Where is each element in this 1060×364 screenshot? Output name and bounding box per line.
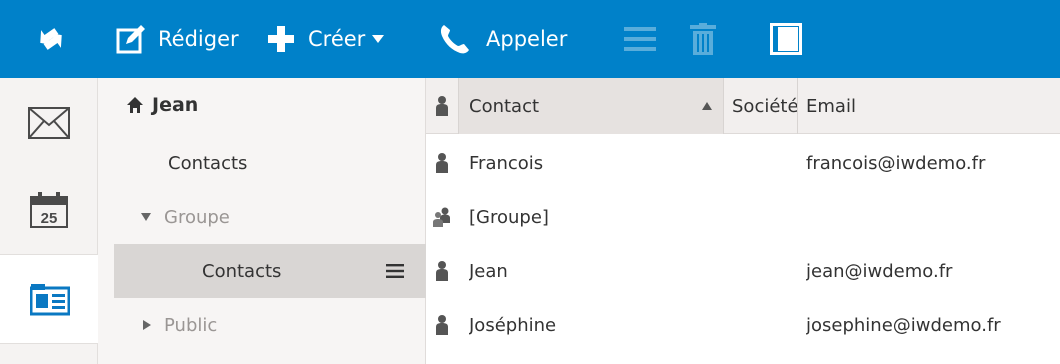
delete-button[interactable] <box>690 0 716 78</box>
module-rail: 25 <box>0 78 99 364</box>
group-icon <box>433 207 450 227</box>
header-contact-column[interactable]: Contact <box>459 78 723 134</box>
header-email-column[interactable]: Email <box>798 78 1060 134</box>
phone-icon <box>440 25 469 54</box>
home-icon <box>127 97 143 113</box>
contacts-icon <box>29 284 70 316</box>
tree-item-contacts[interactable]: Contacts <box>114 136 426 190</box>
tree-item-public[interactable]: Public <box>114 298 426 352</box>
rail-item-calendar[interactable]: 25 <box>0 164 98 254</box>
contact-name: [Groupe] <box>469 206 549 228</box>
tree-item-label: Contacts <box>168 152 248 174</box>
call-label: Appeler <box>486 27 568 51</box>
contact-company <box>732 244 796 298</box>
contact-company <box>732 190 796 244</box>
person-icon <box>436 315 448 335</box>
create-label: Créer <box>308 27 366 51</box>
contact-list: Contact Société Email Francois francois@… <box>426 78 1060 364</box>
plus-icon <box>268 26 294 52</box>
contact-company <box>732 298 796 352</box>
rail-item-contacts[interactable] <box>0 254 99 344</box>
list-menu-button[interactable] <box>624 0 656 78</box>
tree-item-label: Contacts <box>202 260 282 282</box>
contact-email: francois@iwdemo.fr <box>806 152 986 174</box>
compose-label: Rédiger <box>158 27 239 51</box>
caret-right-icon[interactable] <box>142 319 152 331</box>
table-row[interactable]: Joséphine josephine@iwdemo.fr <box>426 298 1060 352</box>
contact-email <box>806 190 1060 244</box>
main-toolbar: Rédiger Créer Appeler <box>0 0 1060 78</box>
header-contact-label: Contact <box>469 95 540 117</box>
tree-root-jean[interactable]: Jean <box>114 78 426 132</box>
mail-icon <box>28 107 70 139</box>
list-menu-icon <box>624 27 656 51</box>
header-company-column[interactable]: Société <box>724 78 797 134</box>
sort-ascending-icon <box>702 102 712 110</box>
header-company-label: Société <box>732 95 797 117</box>
contact-name: Jean <box>469 260 508 282</box>
tree-item-label: Public <box>164 314 218 336</box>
call-button[interactable]: Appeler <box>438 0 567 78</box>
table-row[interactable]: [Groupe] <box>426 190 1060 244</box>
refresh-button[interactable] <box>34 0 68 78</box>
compose-icon <box>116 25 145 54</box>
reading-pane-toggle-button[interactable] <box>770 0 802 78</box>
tree-item-groupe-contacts[interactable]: Contacts <box>114 244 426 298</box>
folder-menu-icon[interactable] <box>386 263 404 279</box>
tree-item-label: Groupe <box>164 206 230 228</box>
chevron-down-icon <box>372 35 385 43</box>
tree-root-label: Jean <box>152 94 199 116</box>
calendar-icon: 25 <box>30 192 68 228</box>
header-email-label: Email <box>806 95 856 117</box>
panel-toggle-icon <box>770 23 802 55</box>
header-type-column[interactable] <box>426 78 458 134</box>
tree-item-groupe[interactable]: Groupe <box>114 190 426 244</box>
calendar-day: 25 <box>41 210 58 227</box>
create-button[interactable]: Créer <box>266 0 385 78</box>
table-row[interactable]: Jean jean@iwdemo.fr <box>426 244 1060 298</box>
person-icon <box>436 261 448 281</box>
rail-item-mail[interactable] <box>0 78 98 168</box>
person-icon <box>436 96 448 116</box>
compose-button[interactable]: Rédiger <box>116 0 239 78</box>
folder-tree: Jean Contacts Groupe Contacts Public <box>98 78 426 364</box>
trash-icon <box>690 23 716 55</box>
contact-company <box>732 136 796 190</box>
refresh-icon <box>40 28 62 50</box>
contact-name: Francois <box>469 152 544 174</box>
contact-email: jean@iwdemo.fr <box>806 260 953 282</box>
table-row[interactable]: Francois francois@iwdemo.fr <box>426 136 1060 190</box>
contact-name: Joséphine <box>469 314 557 336</box>
caret-down-icon[interactable] <box>140 212 152 222</box>
contact-email: josephine@iwdemo.fr <box>806 314 1001 336</box>
list-header: Contact Société Email <box>426 78 1060 134</box>
person-icon <box>436 153 448 173</box>
